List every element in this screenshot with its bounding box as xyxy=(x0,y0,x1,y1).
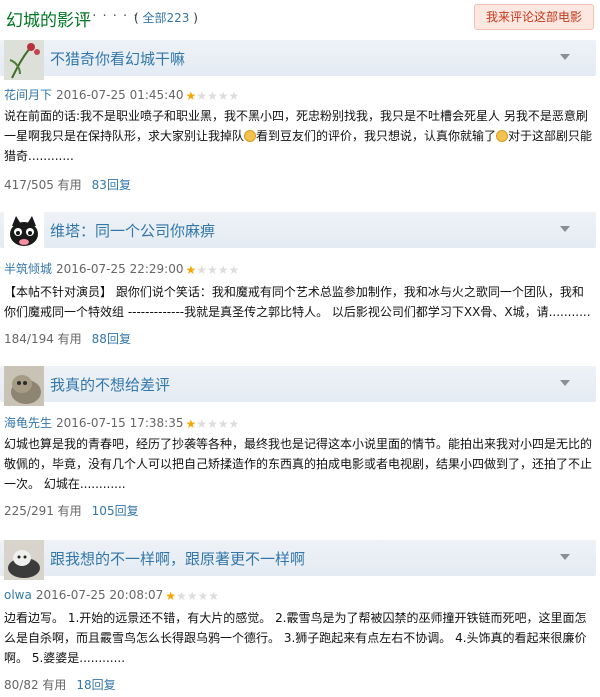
star-empty-icon: ★ xyxy=(208,589,220,603)
cat-avatar-icon xyxy=(4,212,44,252)
rating-stars: ★★★★★ xyxy=(185,263,239,277)
cat-photo-avatar-icon xyxy=(4,366,44,406)
star-empty-icon: ★ xyxy=(228,263,240,277)
rating-stars: ★★★★★ xyxy=(185,417,239,431)
star-filled-icon: ★ xyxy=(165,589,177,603)
review-footer: 225/291 有用 105回复 xyxy=(4,502,139,519)
count-prefix: ( xyxy=(134,11,143,25)
star-filled-icon: ★ xyxy=(185,263,197,277)
review-meta: 海龟先生 2016-07-15 17:38:35 ★★★★★ xyxy=(4,414,239,431)
section-title: 幻城的影评 xyxy=(6,11,91,31)
review-body: 【本帖不针对演员】 跟你们说个笑话：我和魔戒有同个艺术总监参加制作，我和冰与火之… xyxy=(4,282,594,322)
review-text: 【本帖不针对演员】 跟你们说个笑话：我和魔戒有同个艺术总监参加制作，我和冰与火之… xyxy=(4,285,591,319)
review-text: 看到豆友们的评价，我只想说，认真你就输了 xyxy=(256,129,497,143)
review-text: 幻城也算是我的青春吧，经历了抄袭等各种，最终我也是记得这本小说里面的情节。能拍出… xyxy=(4,437,593,491)
useful-count[interactable]: 184/194 有用 xyxy=(4,332,82,346)
chevron-down-icon[interactable] xyxy=(559,52,571,62)
review-author[interactable]: olwa xyxy=(4,588,32,602)
star-filled-icon: ★ xyxy=(185,89,197,103)
flower-avatar-icon xyxy=(4,40,44,80)
avatar[interactable] xyxy=(4,540,44,580)
review-author[interactable]: 半筑倾城 xyxy=(4,262,52,276)
section-header: 幻城的影评 · · · · · · ( 全部223 ) 我来评论这部电影 xyxy=(0,0,600,36)
avatar[interactable] xyxy=(4,212,44,252)
reply-link[interactable]: 88回复 xyxy=(92,332,131,346)
star-filled-icon: ★ xyxy=(185,417,197,431)
useful-count[interactable]: 80/82 有用 xyxy=(4,678,66,692)
reply-link[interactable]: 105回复 xyxy=(92,504,139,518)
review-footer: 417/505 有用 83回复 xyxy=(4,176,131,193)
cat-photo-avatar-icon xyxy=(4,540,44,580)
review-meta: 半筑倾城 2016-07-25 22:29:00 ★★★★★ xyxy=(4,260,239,277)
count-suffix: ) xyxy=(189,11,198,25)
star-empty-icon: ★ xyxy=(228,417,240,431)
sweat-smile-emoji-icon xyxy=(244,130,257,142)
review-body: 边看边写。 1.开始的远景还不错，有大片的感觉。 2.霰雪鸟是为了帮被囚禁的巫师… xyxy=(4,608,594,668)
star-empty-icon: ★ xyxy=(217,263,229,277)
star-empty-icon: ★ xyxy=(207,263,218,277)
review-title[interactable]: 维塔：同一个公司你麻痹 xyxy=(50,220,215,241)
useful-count[interactable]: 417/505 有用 xyxy=(4,178,82,192)
useful-count[interactable]: 225/291 有用 xyxy=(4,504,82,518)
reply-link[interactable]: 18回复 xyxy=(76,678,115,692)
star-empty-icon: ★ xyxy=(207,89,218,103)
review-meta: olwa 2016-07-25 20:08:07 ★★★★★ xyxy=(4,588,219,603)
review-date: 2016-07-15 17:38:35 xyxy=(56,416,184,430)
star-empty-icon: ★ xyxy=(186,589,198,603)
review-footer: 80/82 有用 18回复 xyxy=(4,676,116,693)
review-footer: 184/194 有用 88回复 xyxy=(4,330,131,347)
review-item: 跟我想的不一样啊，跟原著更不一样啊 olwa 2016-07-25 20:08:0… xyxy=(0,540,600,697)
star-empty-icon: ★ xyxy=(217,417,229,431)
review-title[interactable]: 不猎奇你看幻城干嘛 xyxy=(50,48,185,69)
review-author[interactable]: 花间月下 xyxy=(4,88,52,102)
star-empty-icon: ★ xyxy=(217,89,229,103)
write-review-button[interactable]: 我来评论这部电影 xyxy=(474,4,594,30)
review-meta: 花间月下 2016-07-25 01:45:40 ★★★★★ xyxy=(4,86,239,103)
avatar[interactable] xyxy=(4,366,44,406)
review-body: 幻城也算是我的青春吧，经历了抄袭等各种，最终我也是记得这本小说里面的情节。能拍出… xyxy=(4,434,594,494)
review-date: 2016-07-25 22:29:00 xyxy=(56,262,184,276)
review-title[interactable]: 跟我想的不一样啊，跟原著更不一样啊 xyxy=(50,548,305,569)
rating-stars: ★★★★★ xyxy=(185,89,239,103)
review-body: 说在前面的话:我不是职业喷子和职业黑，我不黑小四，死忠粉别找我，我只是不吐槽会死… xyxy=(4,106,594,166)
rating-stars: ★★★★★ xyxy=(165,589,219,603)
all-reviews-link[interactable]: 全部223 xyxy=(143,11,190,25)
star-empty-icon: ★ xyxy=(197,589,209,603)
review-item: 维塔：同一个公司你麻痹 半筑倾城 2016-07-25 22:29:00 ★★★★★… xyxy=(0,212,600,352)
chevron-down-icon[interactable] xyxy=(559,378,571,388)
star-empty-icon: ★ xyxy=(207,417,218,431)
chevron-down-icon[interactable] xyxy=(559,552,571,562)
star-empty-icon: ★ xyxy=(176,589,187,603)
title-dots: · · · · · · xyxy=(82,9,139,24)
review-date: 2016-07-25 20:08:07 xyxy=(35,588,164,602)
reply-link[interactable]: 83回复 xyxy=(92,178,131,192)
star-empty-icon: ★ xyxy=(196,417,207,431)
review-item: 我真的不想给差评 海龟先生 2016-07-15 17:38:35 ★★★★★ 幻城… xyxy=(0,366,600,526)
review-text: 边看边写。 1.开始的远景还不错，有大片的感觉。 2.霰雪鸟是为了帮被囚禁的巫师… xyxy=(4,611,587,665)
sweat-smile-emoji-icon xyxy=(496,130,509,142)
star-empty-icon: ★ xyxy=(228,89,240,103)
star-empty-icon: ★ xyxy=(196,263,207,277)
review-title[interactable]: 我真的不想给差评 xyxy=(50,374,170,395)
star-empty-icon: ★ xyxy=(196,89,207,103)
review-item: 不猎奇你看幻城干嘛 花间月下 2016-07-25 01:45:40 ★★★★★ 说… xyxy=(0,40,600,193)
review-author[interactable]: 海龟先生 xyxy=(4,416,52,430)
avatar[interactable] xyxy=(4,40,44,80)
review-date: 2016-07-25 01:45:40 xyxy=(56,88,184,102)
chevron-down-icon[interactable] xyxy=(559,224,571,234)
reviews-page: 幻城的影评 · · · · · · ( 全部223 ) 我来评论这部电影 不猎奇… xyxy=(0,0,600,697)
review-count: ( 全部223 ) xyxy=(134,9,198,26)
